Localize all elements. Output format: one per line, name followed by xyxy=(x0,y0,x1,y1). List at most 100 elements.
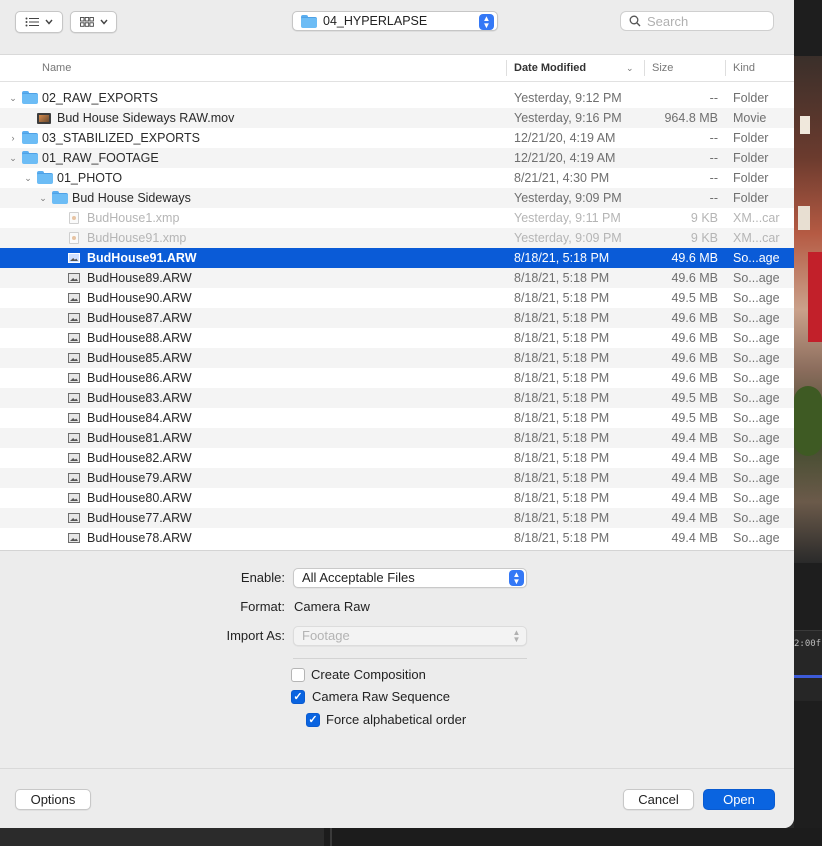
file-date: 8/21/21, 4:30 PM xyxy=(514,171,610,185)
list-item[interactable]: BudHouse77.ARW 8/18/21, 5:18 PM 49.4 MB … xyxy=(0,508,794,528)
open-button[interactable]: Open xyxy=(703,789,775,810)
force-alphabetical-checkbox[interactable]: ✓ xyxy=(306,713,320,727)
file-kind: So...age xyxy=(733,491,780,505)
file-date: 8/18/21, 5:18 PM xyxy=(514,271,610,285)
create-composition-label[interactable]: Create Composition xyxy=(311,667,426,682)
raw-image-icon xyxy=(68,413,80,423)
cancel-button[interactable]: Cancel xyxy=(623,789,694,810)
grid-view-icon xyxy=(79,17,94,27)
list-item-selected[interactable]: BudHouse91.ARW 8/18/21, 5:18 PM 49.6 MB … xyxy=(0,248,794,268)
file-name: BudHouse84.ARW xyxy=(87,411,192,425)
list-item[interactable]: ⌄ 02_RAW_EXPORTS Yesterday, 9:12 PM -- F… xyxy=(0,88,794,108)
raw-image-icon xyxy=(68,353,80,363)
column-name[interactable]: Name xyxy=(42,55,71,81)
enable-popup[interactable]: All Acceptable Files ▲ ▼ xyxy=(293,568,527,588)
file-kind: So...age xyxy=(733,531,780,545)
list-item[interactable]: BudHouse79.ARW 8/18/21, 5:18 PM 49.4 MB … xyxy=(0,468,794,488)
list-item[interactable]: ⌄ 01_PHOTO 8/21/21, 4:30 PM -- Folder xyxy=(0,168,794,188)
camera-raw-sequence-checkbox[interactable]: ✓ xyxy=(291,690,305,704)
list-item[interactable]: BudHouse87.ARW 8/18/21, 5:18 PM 49.6 MB … xyxy=(0,308,794,328)
file-name: BudHouse87.ARW xyxy=(87,311,192,325)
column-header-row: Name Date Modified ⌄ Size Kind xyxy=(0,55,794,82)
file-kind: So...age xyxy=(733,251,780,265)
list-item[interactable]: BudHouse86.ARW 8/18/21, 5:18 PM 49.6 MB … xyxy=(0,368,794,388)
folder-icon xyxy=(22,151,38,164)
column-date-modified[interactable]: Date Modified xyxy=(514,55,586,81)
disclosure-open-icon[interactable]: ⌄ xyxy=(7,148,19,168)
list-item[interactable]: BudHouse84.ARW 8/18/21, 5:18 PM 49.5 MB … xyxy=(0,408,794,428)
file-date: 8/18/21, 5:18 PM xyxy=(514,451,610,465)
file-kind: Folder xyxy=(733,151,769,165)
list-item[interactable]: BudHouse89.ARW 8/18/21, 5:18 PM 49.6 MB … xyxy=(0,268,794,288)
list-item[interactable]: BudHouse81.ARW 8/18/21, 5:18 PM 49.4 MB … xyxy=(0,428,794,448)
camera-raw-sequence-label[interactable]: Camera Raw Sequence xyxy=(312,689,450,704)
file-kind: Folder xyxy=(733,91,769,105)
grid-view-button[interactable] xyxy=(70,11,117,33)
file-name: BudHouse83.ARW xyxy=(87,391,192,405)
list-item[interactable]: ⌄ Bud House Sideways Yesterday, 9:09 PM … xyxy=(0,188,794,208)
raw-image-icon xyxy=(68,273,80,283)
folder-icon xyxy=(22,131,38,144)
file-date: 8/18/21, 5:18 PM xyxy=(514,511,610,525)
file-name: 03_STABILIZED_EXPORTS xyxy=(42,131,200,145)
file-date: Yesterday, 9:09 PM xyxy=(514,191,622,205)
list-view-button[interactable] xyxy=(15,11,63,33)
stepper-icon: ▲ ▼ xyxy=(509,570,524,586)
file-size: 9 KB xyxy=(690,231,718,245)
file-size: 49.4 MB xyxy=(671,531,718,545)
file-date: 8/18/21, 5:18 PM xyxy=(514,291,610,305)
list-item[interactable]: BudHouse85.ARW 8/18/21, 5:18 PM 49.6 MB … xyxy=(0,348,794,368)
create-composition-checkbox[interactable] xyxy=(291,668,305,682)
dialog-footer: Options Cancel Open xyxy=(0,768,794,828)
folder-icon xyxy=(22,91,38,104)
file-name: BudHouse90.ARW xyxy=(87,291,192,305)
list-item[interactable]: ⌄ 01_RAW_FOOTAGE 12/21/20, 4:19 AM -- Fo… xyxy=(0,148,794,168)
file-name: Bud House Sideways xyxy=(72,191,191,205)
background-app-panel: 2:00f xyxy=(794,0,822,846)
options-button[interactable]: Options xyxy=(15,789,91,810)
file-date: Yesterday, 9:11 PM xyxy=(514,211,621,225)
file-name: BudHouse89.ARW xyxy=(87,271,192,285)
stepper-icon: ▲ ▼ xyxy=(512,628,521,644)
list-item[interactable]: BudHouse90.ARW 8/18/21, 5:18 PM 49.5 MB … xyxy=(0,288,794,308)
file-size: 49.6 MB xyxy=(671,371,718,385)
disclosure-open-icon[interactable]: ⌄ xyxy=(22,168,34,188)
file-kind: XM...car xyxy=(733,211,780,225)
disclosure-open-icon[interactable]: ⌄ xyxy=(37,188,49,208)
column-size[interactable]: Size xyxy=(652,55,673,81)
search-input[interactable] xyxy=(647,13,757,29)
raw-image-icon xyxy=(68,293,80,303)
format-value: Camera Raw xyxy=(294,599,370,614)
list-item[interactable]: BudHouse82.ARW 8/18/21, 5:18 PM 49.4 MB … xyxy=(0,448,794,468)
file-name: 02_RAW_EXPORTS xyxy=(42,91,159,105)
list-item[interactable]: BudHouse88.ARW 8/18/21, 5:18 PM 49.6 MB … xyxy=(0,328,794,348)
import-as-value: Footage xyxy=(302,628,350,643)
list-item[interactable]: Bud House Sideways RAW.mov Yesterday, 9:… xyxy=(0,108,794,128)
file-size: -- xyxy=(709,91,718,105)
import-as-popup: Footage ▲ ▼ xyxy=(293,626,527,646)
file-size: -- xyxy=(709,151,718,165)
disclosure-open-icon[interactable]: ⌄ xyxy=(7,88,19,108)
raw-image-icon xyxy=(68,513,80,523)
raw-image-icon xyxy=(68,533,80,543)
list-item[interactable]: BudHouse83.ARW 8/18/21, 5:18 PM 49.5 MB … xyxy=(0,388,794,408)
file-name: BudHouse79.ARW xyxy=(87,471,192,485)
file-kind: So...age xyxy=(733,271,780,285)
list-item[interactable]: BudHouse78.ARW 8/18/21, 5:18 PM 49.4 MB … xyxy=(0,528,794,548)
force-alphabetical-label[interactable]: Force alphabetical order xyxy=(326,712,466,727)
path-popup-button[interactable]: 04_HYPERLAPSE ▲ ▼ xyxy=(292,11,498,31)
file-size: 49.4 MB xyxy=(671,511,718,525)
folder-icon xyxy=(52,191,68,204)
column-kind[interactable]: Kind xyxy=(733,55,755,81)
list-item[interactable]: BudHouse80.ARW 8/18/21, 5:18 PM 49.4 MB … xyxy=(0,488,794,508)
file-size: 49.5 MB xyxy=(671,411,718,425)
file-size: 964.8 MB xyxy=(664,111,718,125)
disclosure-closed-icon[interactable]: › xyxy=(7,128,19,148)
file-name: BudHouse82.ARW xyxy=(87,451,192,465)
raw-image-icon xyxy=(68,393,80,403)
list-item[interactable]: › 03_STABILIZED_EXPORTS 12/21/20, 4:19 A… xyxy=(0,128,794,148)
search-field[interactable] xyxy=(620,11,774,31)
file-date: 8/18/21, 5:18 PM xyxy=(514,391,610,405)
file-date: 8/18/21, 5:18 PM xyxy=(514,491,610,505)
background-bottom-strip xyxy=(324,828,822,846)
